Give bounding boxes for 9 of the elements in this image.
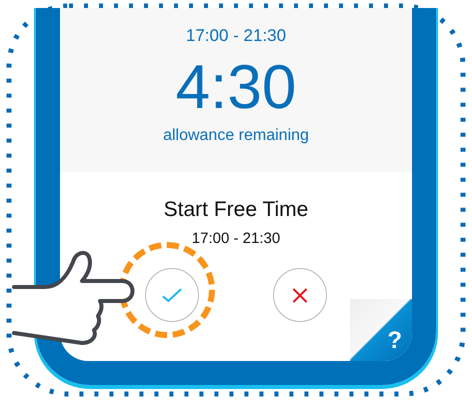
remaining-label: allowance remaining	[163, 127, 309, 145]
remaining-time: 4:30	[176, 52, 296, 124]
close-icon	[290, 288, 310, 302]
help-corner-button[interactable]: ?	[350, 299, 412, 361]
cancel-button[interactable]	[273, 268, 327, 322]
prompt-title: Start Free Time	[164, 198, 308, 222]
time-range: 17:00 - 21:30	[186, 26, 286, 46]
time-range: 17:00 - 21:30	[192, 230, 280, 247]
checkmark-icon	[162, 288, 182, 302]
